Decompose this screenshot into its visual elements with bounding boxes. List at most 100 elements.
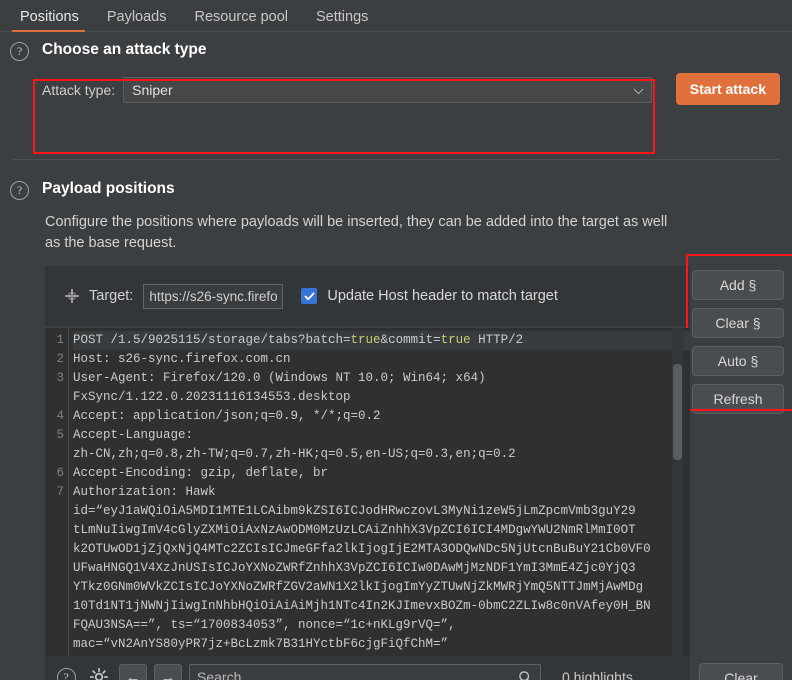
check-icon: [304, 292, 315, 300]
auto-section-button[interactable]: Auto §: [692, 346, 784, 376]
code-segment: k2OTUwOD1jZjQxNjQ4MTc2ZCIsICJmeGFfa2lkIj…: [73, 542, 651, 556]
code-segment: mac=“vN2AnYS80yPR7jz+BcLzmk7B31HYctbF6cj…: [73, 637, 449, 651]
code-line: FxSync/1.122.0.20231116134553.desktop: [73, 388, 690, 407]
attack-type-value: Sniper: [132, 82, 173, 98]
request-code[interactable]: POST /1.5/9025115/storage/tabs?batch=tru…: [69, 328, 690, 656]
target-input[interactable]: [143, 283, 284, 309]
code-line: zh-CN,zh;q=0.8,zh-TW;q=0.7,zh-HK;q=0.5,e…: [73, 445, 690, 464]
code-line: POST /1.5/9025115/storage/tabs?batch=tru…: [73, 331, 690, 350]
search-input[interactable]: [197, 669, 518, 680]
line-number: [45, 445, 68, 464]
line-number: 2: [56, 352, 64, 366]
search-icon[interactable]: [518, 670, 533, 680]
target-panel: Target: Update Host header to match targ…: [45, 266, 690, 326]
code-segment: Accept: application/json;q=0.9, */*;q=0.…: [73, 409, 381, 423]
line-number: 1: [56, 333, 64, 347]
tab-payloads[interactable]: Payloads: [97, 9, 185, 32]
code-segment: Accept-Language:: [73, 428, 194, 442]
editor-scrollbar-thumb[interactable]: [673, 364, 682, 460]
settings-gear-button[interactable]: [86, 664, 112, 680]
attack-type-row: Attack type: Sniper: [42, 77, 652, 103]
gear-icon: [89, 667, 109, 680]
payload-positions-description: Configure the positions where payloads w…: [45, 214, 668, 252]
payload-positions-title: Payload positions: [42, 180, 175, 197]
code-line: UFwaHNGQ1V4XzJnUSIsICJoYXNoZWRfZnhhX3VpZ…: [73, 559, 690, 578]
tab-bar: Positions Payloads Resource pool Setting…: [0, 0, 792, 32]
search-box[interactable]: [189, 663, 541, 680]
code-line: Authorization: Hawk: [73, 483, 690, 502]
code-segment: Authorization: Hawk: [73, 485, 216, 499]
code-segment: true: [440, 333, 471, 347]
code-segment: User-Agent: Firefox/120.0 (Windows NT 10…: [73, 371, 486, 385]
target-label: Target:: [89, 288, 134, 304]
page-body: ? Choose an attack type Attack type: Sni…: [0, 32, 792, 680]
code-line: Accept-Language:: [73, 426, 690, 445]
tab-settings[interactable]: Settings: [306, 9, 386, 32]
line-number: [45, 616, 68, 635]
line-number: [45, 540, 68, 559]
code-segment: &commit=: [380, 333, 441, 347]
section-divider: [12, 159, 780, 160]
code-line: tLmNuIiwgImV4cGlyZXMiOiAxNzAwODM0MzUzLCA…: [73, 521, 690, 540]
line-number: [45, 578, 68, 597]
line-number: 3: [56, 371, 64, 385]
code-line: Accept-Encoding: gzip, deflate, br: [73, 464, 690, 483]
code-line: YTkz0GNm0WVkZCIsICJoYXNoZWRfZGV2aWN1X2lk…: [73, 578, 690, 597]
line-number: [45, 597, 68, 616]
line-number: 6: [56, 466, 64, 480]
highlights-count: 0 highlights: [562, 669, 633, 680]
code-segment: UFwaHNGQ1V4XzJnUSIsICJoYXNoZWRfZnhhX3VpZ…: [73, 561, 636, 575]
line-number-gutter: 1 2 3 4 5 6 7: [45, 328, 69, 656]
start-attack-button[interactable]: Start attack: [675, 73, 780, 105]
position-actions-column: Add § Clear § Auto § Refresh: [692, 270, 784, 414]
code-segment: YTkz0GNm0WVkZCIsICJoYXNoZWRfZGV2aWN1X2lk…: [73, 580, 644, 594]
code-line: Host: s26-sync.firefox.com.cn: [73, 350, 690, 369]
attack-type-help-wrap[interactable]: ?: [10, 42, 29, 61]
help-icon[interactable]: ?: [10, 42, 29, 61]
code-segment: true: [350, 333, 381, 347]
update-host-checkbox[interactable]: [301, 288, 318, 304]
code-segment: POST /1.5/9025115/storage/tabs?batch=: [73, 333, 351, 347]
line-number: [45, 388, 68, 407]
code-segment: id=“eyJ1aWQiOiA5MDI1MTE1LCAibm9kZSI6ICJo…: [73, 504, 636, 518]
search-next-button[interactable]: →: [154, 664, 182, 680]
tab-resource-pool[interactable]: Resource pool: [185, 9, 307, 32]
code-segment: Host: s26-sync.firefox.com.cn: [73, 352, 291, 366]
clear-section-button[interactable]: Clear §: [692, 308, 784, 338]
add-section-button[interactable]: Add §: [692, 270, 784, 300]
target-crosshair-icon: [65, 289, 79, 303]
chevron-down-icon: [633, 84, 644, 95]
payload-positions-help-wrap[interactable]: ?: [10, 181, 29, 200]
code-segment: FxSync/1.122.0.20231116134553.desktop: [73, 390, 351, 404]
code-segment: FQAU3NSA==”, ts=“1700834053”, nonce=“1c+…: [73, 618, 456, 632]
attack-type-title: Choose an attack type: [42, 41, 207, 58]
line-number: [45, 559, 68, 578]
help-icon: ?: [56, 667, 76, 680]
update-host-label[interactable]: Update Host header to match target: [327, 288, 558, 304]
attack-type-label: Attack type:: [42, 82, 116, 98]
help-icon-button[interactable]: ?: [53, 664, 79, 680]
code-line: Accept: application/json;q=0.9, */*;q=0.…: [73, 407, 690, 426]
help-icon[interactable]: ?: [10, 181, 29, 200]
code-segment: Accept-Encoding: gzip, deflate, br: [73, 466, 329, 480]
code-line: User-Agent: Firefox/120.0 (Windows NT 10…: [73, 369, 690, 388]
attack-type-select[interactable]: Sniper: [123, 77, 652, 103]
clear-search-button[interactable]: Clear: [699, 663, 783, 680]
code-line: 10Td1NT1jNWNjIiwgInNhbHQiOiAiAiMjh1NTc4I…: [73, 597, 690, 616]
line-number: [45, 521, 68, 540]
request-editor[interactable]: 1 2 3 4 5 6 7 POST /1.5/9025115/storage/tabs?b…: [45, 328, 690, 656]
code-line: FQAU3NSA==”, ts=“1700834053”, nonce=“1c+…: [73, 616, 690, 635]
refresh-button[interactable]: Refresh: [692, 384, 784, 414]
editor-bottom-toolbar: ? ← → Search 0 highlights Clear: [45, 656, 783, 680]
search-prev-button[interactable]: ←: [119, 664, 147, 680]
code-line: mac=“vN2AnYS80yPR7jz+BcLzmk7B31HYctbF6cj…: [73, 635, 690, 654]
code-segment: zh-CN,zh;q=0.8,zh-TW;q=0.7,zh-HK;q=0.5,e…: [73, 447, 516, 461]
attack-type-section: ? Choose an attack type Attack type: Sni…: [0, 32, 792, 154]
line-number: 4: [56, 409, 64, 423]
code-line: id=“eyJ1aWQiOiA5MDI1MTE1LCAibm9kZSI6ICJo…: [73, 502, 690, 521]
tab-positions[interactable]: Positions: [10, 9, 97, 32]
code-line: k2OTUwOD1jZjQxNjQ4MTc2ZCIsICJmeGFfa2lkIj…: [73, 540, 690, 559]
line-number: [45, 635, 68, 654]
code-segment: HTTP/2: [470, 333, 524, 347]
line-number: [45, 502, 68, 521]
